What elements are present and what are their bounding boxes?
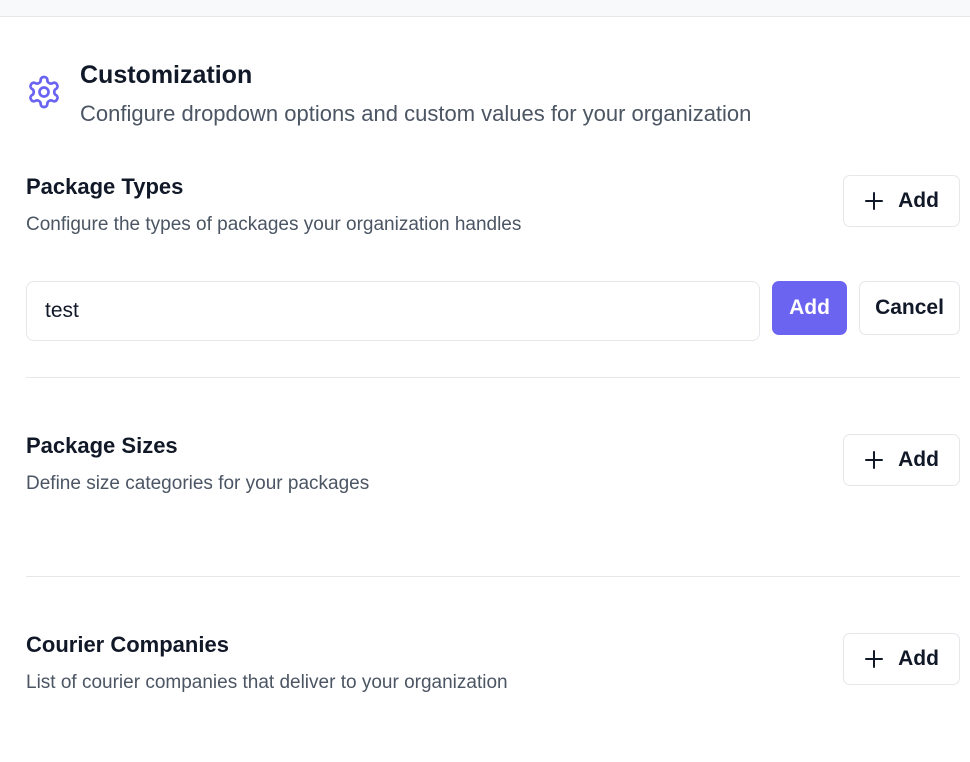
section-title: Package Types — [26, 174, 184, 199]
add-courier-company-button[interactable]: Add — [843, 633, 960, 685]
plus-icon — [865, 192, 884, 210]
plus-icon — [865, 451, 884, 469]
section-description: Define size categories for your packages — [26, 473, 370, 494]
page-subtitle: Configure dropdown options and custom va… — [80, 101, 752, 126]
gear-icon — [26, 74, 62, 110]
add-button-label: Add — [898, 189, 939, 212]
cancel-button[interactable]: Cancel — [859, 281, 960, 335]
top-bar — [0, 0, 970, 17]
add-button-label: Add — [898, 647, 939, 670]
section-package-sizes: Package Sizes Define size categories for… — [26, 433, 960, 494]
submit-add-button[interactable]: Add — [772, 281, 847, 335]
section-title: Courier Companies — [26, 632, 229, 657]
add-package-type-button[interactable]: Add — [843, 175, 960, 227]
add-package-type-form: Add Cancel — [26, 281, 960, 341]
section-courier-companies: Courier Companies List of courier compan… — [26, 632, 960, 693]
add-package-size-button[interactable]: Add — [843, 434, 960, 486]
section-package-types: Package Types Configure the types of pac… — [26, 174, 960, 235]
add-button-label: Add — [898, 448, 939, 471]
page-title: Customization — [80, 61, 253, 89]
section-title: Package Sizes — [26, 433, 178, 458]
section-divider — [26, 576, 960, 577]
package-type-input[interactable] — [26, 281, 760, 341]
section-description: List of courier companies that deliver t… — [26, 672, 508, 693]
section-divider — [26, 377, 960, 378]
plus-icon — [865, 650, 884, 668]
section-description: Configure the types of packages your org… — [26, 214, 522, 235]
